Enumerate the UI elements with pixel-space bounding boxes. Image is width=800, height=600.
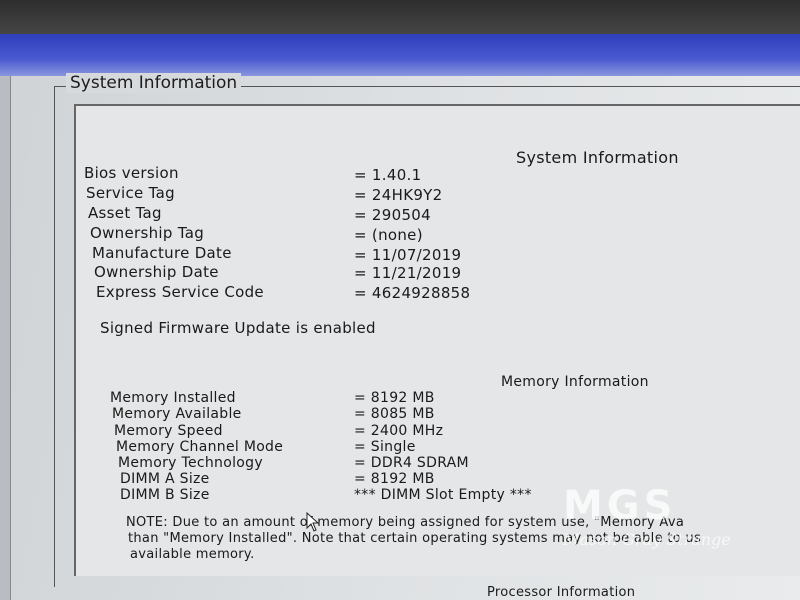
express-service-code-label: Express Service Code bbox=[96, 283, 264, 301]
photographer-watermark: MGS Mason Gray Strange bbox=[563, 486, 731, 549]
dimm-a-size-label: DIMM A Size bbox=[120, 471, 210, 487]
memory-note-line-3: available memory. bbox=[130, 547, 255, 562]
memory-available-label: Memory Available bbox=[112, 406, 242, 422]
bios-version-value: = 1.40.1 bbox=[354, 166, 422, 184]
ownership-tag-value: = (none) bbox=[354, 226, 423, 244]
memory-channel-mode-value: = Single bbox=[354, 439, 416, 455]
ownership-date-label: Ownership Date bbox=[94, 263, 219, 281]
dimm-b-size-label: DIMM B Size bbox=[120, 487, 210, 503]
system-info-heading: System Information bbox=[516, 148, 679, 167]
memory-info-heading: Memory Information bbox=[501, 374, 649, 390]
memory-installed-label: Memory Installed bbox=[110, 390, 236, 406]
memory-speed-label: Memory Speed bbox=[114, 423, 223, 439]
manufacture-date-value: = 11/07/2019 bbox=[354, 246, 462, 264]
manufacture-date-label: Manufacture Date bbox=[92, 244, 232, 262]
ownership-tag-label: Ownership Tag bbox=[90, 224, 205, 242]
settings-tree-edge[interactable] bbox=[0, 76, 11, 600]
dimm-a-size-value: = 8192 MB bbox=[354, 471, 435, 487]
memory-speed-value: = 2400 MHz bbox=[354, 423, 444, 439]
asset-tag-value: = 290504 bbox=[354, 206, 431, 224]
memory-installed-value: = 8192 MB bbox=[354, 390, 435, 406]
memory-available-value: = 8085 MB bbox=[354, 406, 435, 422]
mouse-pointer-icon bbox=[306, 512, 320, 532]
bios-version-label: Bios version bbox=[84, 164, 179, 182]
service-tag-value: = 24HK9Y2 bbox=[354, 186, 443, 204]
express-service-code-value: = 4624928858 bbox=[354, 284, 471, 302]
asset-tag-label: Asset Tag bbox=[88, 204, 162, 222]
service-tag-label: Service Tag bbox=[86, 184, 175, 202]
dimm-b-size-value: *** DIMM Slot Empty *** bbox=[354, 487, 532, 503]
firmware-update-status: Signed Firmware Update is enabled bbox=[100, 319, 376, 337]
group-title: System Information bbox=[66, 73, 242, 93]
memory-technology-value: = DDR4 SDRAM bbox=[354, 455, 469, 471]
memory-technology-label: Memory Technology bbox=[118, 455, 263, 471]
title-bar bbox=[0, 34, 800, 76]
ownership-date-value: = 11/21/2019 bbox=[354, 264, 462, 282]
watermark-name: Mason Gray Strange bbox=[563, 530, 731, 549]
processor-info-heading: Processor Information bbox=[487, 585, 636, 600]
memory-channel-mode-label: Memory Channel Mode bbox=[116, 439, 284, 455]
watermark-logo: MGS bbox=[563, 483, 677, 529]
